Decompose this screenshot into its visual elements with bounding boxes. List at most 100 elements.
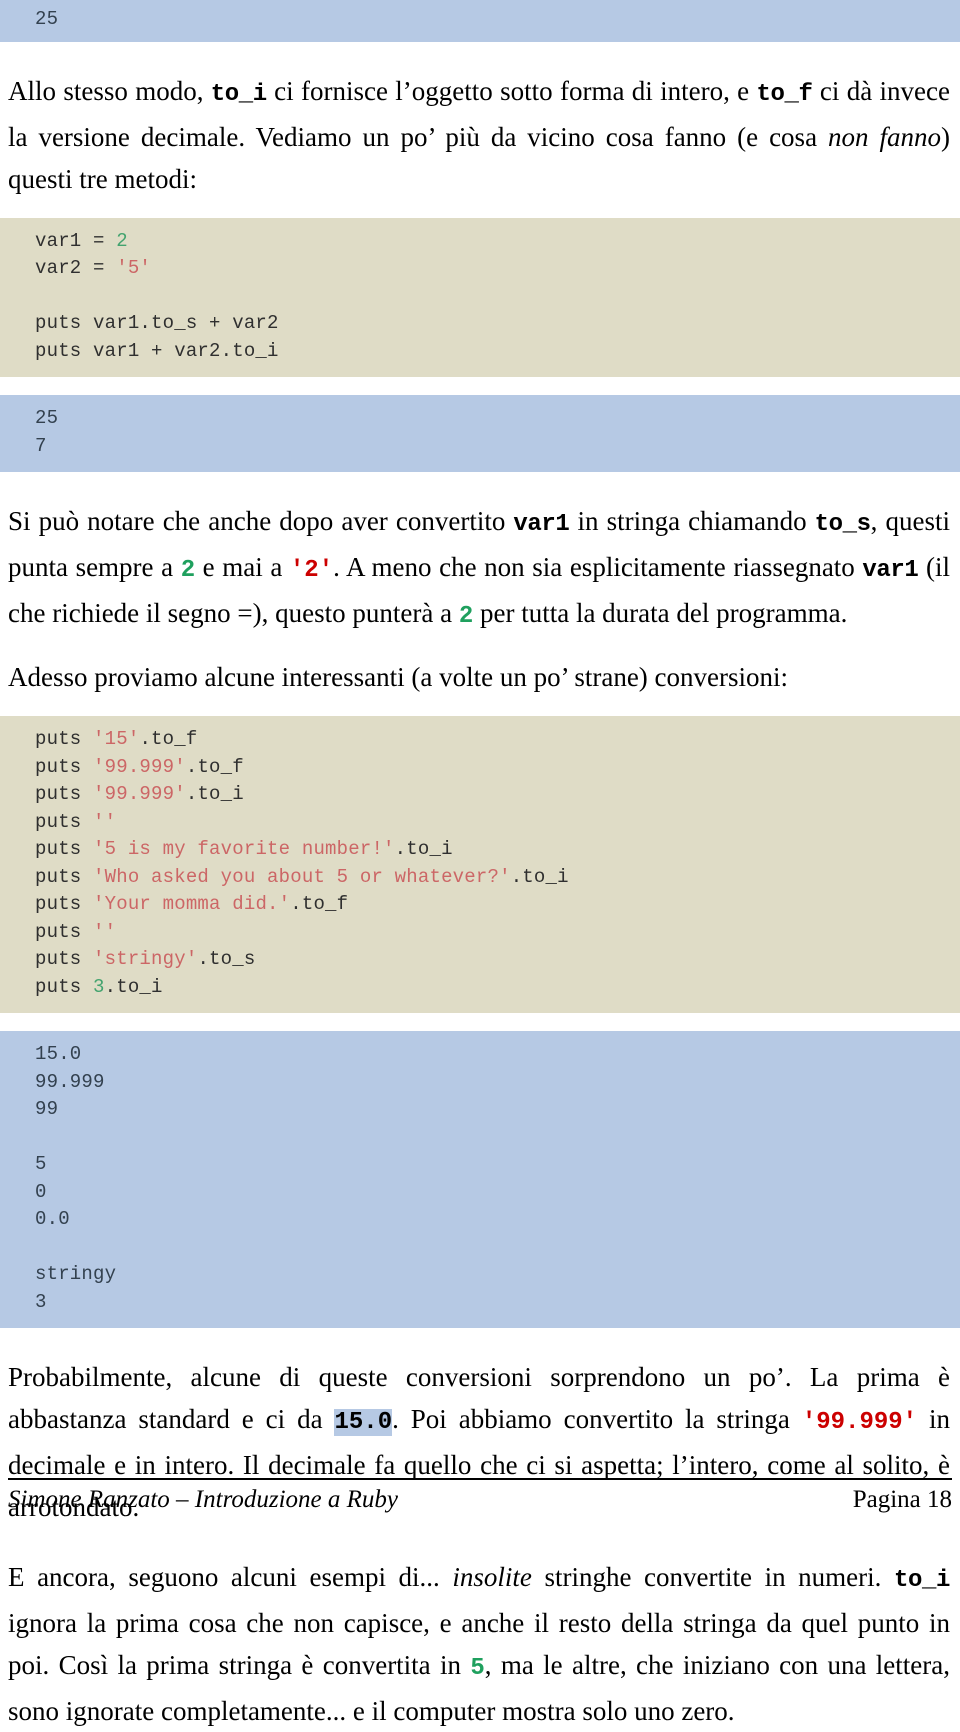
text-segment: . A meno che non sia esplicitamente rias… (333, 552, 863, 582)
output-line: 3 (35, 1290, 47, 1313)
paragraph-insolite: E ancora, seguono alcuni esempi di... in… (0, 1556, 960, 1732)
inline-code-to-f: to_f (756, 80, 813, 108)
output-line-blank (0, 1124, 960, 1152)
string-token: '99.999' (93, 755, 186, 778)
footer-row: Simone Ranzato – Introduzione a Ruby Pag… (8, 1486, 952, 1514)
text-segment: e mai a (195, 552, 290, 582)
code-block-1: var1 = 2 var2 = '5' puts var1.to_s + var… (0, 217, 960, 377)
code-text: puts (35, 893, 94, 915)
text-segment: E ancora, seguono alcuni esempi di... (8, 1562, 453, 1592)
code-text: .to_i (104, 975, 163, 998)
paragraph-var1-pointer: Si può notare che anche dopo aver conver… (0, 500, 960, 638)
code-text: .to_i (185, 783, 244, 805)
inline-code-to-i: to_i (893, 1567, 950, 1594)
inline-code-var1: var1 (513, 511, 570, 538)
code-line: puts 'Your momma did.'.to_f (0, 891, 960, 919)
footer-page-number: Pagina 18 (852, 1486, 952, 1513)
paragraph-conversioni-intro: Adesso proviamo alcune interessanti (a v… (8, 662, 789, 692)
text-segment: in stringa chiamando (569, 506, 815, 536)
output-line: 25 (35, 407, 59, 429)
string-token: '5' (116, 257, 152, 279)
text-segment: ci fornisce l’oggetto sotto forma di int… (266, 75, 757, 106)
inline-string-99999: '99.999' (801, 1409, 918, 1436)
code-line: puts '15'.to_f (0, 726, 960, 754)
output-line: 0.0 (35, 1208, 70, 1230)
code-text: .to_f (139, 728, 198, 750)
code-text: puts (35, 755, 94, 778)
inline-code-var1: var1 (862, 557, 919, 584)
code-line: puts '99.999'.to_f (0, 754, 960, 782)
code-line: puts '' (0, 919, 960, 947)
string-token: '5 is my favorite number!' (93, 838, 395, 860)
output-line-blank (0, 1234, 960, 1262)
footer-divider (8, 1478, 952, 1480)
code-line: puts 'Who asked you about 5 or whatever?… (0, 864, 960, 892)
inline-string-2: '2' (289, 557, 334, 584)
code-block-2: puts '15'.to_f puts '99.999'.to_f puts '… (0, 716, 960, 1013)
code-line: puts var1 + var2.to_i (35, 339, 279, 362)
inline-code-to-s: to_s (814, 511, 871, 538)
emphasis-non-fanno: non fanno (828, 121, 941, 152)
code-text: puts (35, 948, 94, 970)
code-line: puts '99.999'.to_i (0, 781, 960, 809)
output-block-2: 15.0 99.999 99 5 0 0.0 stringy 3 (0, 1031, 960, 1328)
code-text: .to_i (394, 838, 453, 860)
code-line: puts var1.to_s + var2 (35, 312, 279, 334)
string-token: 'Who asked you about 5 or whatever?' (93, 865, 511, 888)
footer-author-title: Simone Ranzato – Introduzione a Ruby (8, 1486, 399, 1513)
code-text: puts (35, 838, 94, 860)
code-line: puts '5 is my favorite number!'.to_i (0, 836, 960, 864)
string-token: 'Your momma did.' (93, 893, 291, 915)
text-segment: . Poi abbiamo convertito la stringa (392, 1404, 802, 1434)
number-token: 2 (116, 229, 128, 252)
inline-number-2: 2 (458, 603, 474, 630)
output-line: 99 (35, 1098, 59, 1120)
code-text: .to_s (197, 948, 256, 970)
string-token: '15' (93, 728, 140, 750)
text-segment: per tutta la durata del programma. (473, 598, 848, 628)
output-line: 99.999 (35, 1070, 105, 1093)
code-text: puts (35, 810, 94, 833)
output-line: stringy (35, 1263, 117, 1285)
code-line: var1 = 2 (0, 228, 960, 256)
output-line: 0 (35, 1180, 47, 1203)
number-token: 3 (93, 975, 105, 998)
text-segment: Allo stesso modo, (8, 75, 211, 106)
code-text: var1 = (35, 229, 117, 252)
output-line: 15.0 (35, 1043, 82, 1065)
output-line: 7 (35, 434, 47, 457)
inline-highlight-15-0: 15.0 (334, 1409, 393, 1436)
inline-number-2: 2 (180, 557, 196, 584)
page-footer: Simone Ranzato – Introduzione a Ruby Pag… (0, 1478, 960, 1514)
code-text: var2 = (35, 257, 117, 279)
inline-code-to-i: to_i (210, 80, 267, 108)
code-text: .to_f (290, 893, 349, 915)
paragraph-intro: Allo stesso modo, to_i ci fornisce l’ogg… (0, 70, 960, 200)
code-text: puts (35, 865, 94, 888)
string-token: 'stringy' (93, 948, 198, 970)
output-line: 25 (35, 8, 59, 30)
text-segment: Si può notare che anche dopo aver conver… (8, 506, 514, 536)
document-page: 25 Allo stesso modo, to_i ci fornisce l’… (0, 0, 960, 1726)
code-text: puts (35, 920, 94, 943)
string-token: '99.999' (93, 783, 186, 805)
code-text: puts (35, 783, 94, 805)
string-token: '' (93, 810, 117, 833)
inline-number-5: 5 (470, 1655, 485, 1682)
code-line: var2 = '5' (0, 255, 960, 283)
code-text: .to_f (185, 755, 244, 778)
code-text: .to_i (510, 865, 569, 888)
output-block-top: 25 (0, 0, 960, 42)
output-line: 5 (35, 1153, 47, 1175)
code-text: puts (35, 728, 94, 750)
